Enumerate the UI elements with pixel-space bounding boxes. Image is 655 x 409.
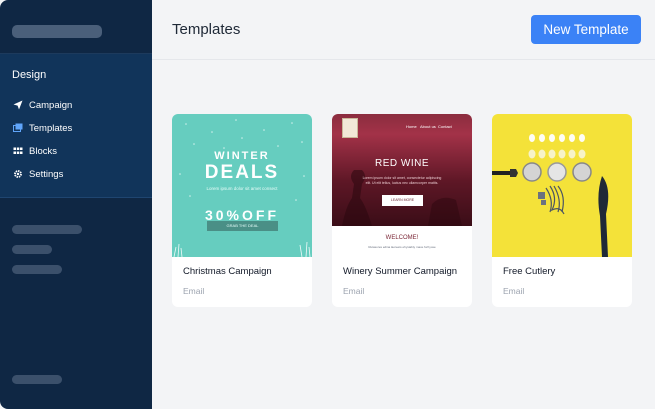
sidebar-item-label: Campaign [29, 99, 73, 111]
thumb-description: Lorem ipsum dolor sit amet, consectetur … [362, 176, 442, 185]
app-window: Design Campaign Templates Blocks Setting… [0, 0, 655, 409]
thumb-headline: RED WINE [375, 158, 429, 169]
thumb-cta: GRAB THE DEAL [207, 221, 278, 231]
card-type: Email [183, 286, 205, 296]
gear-icon [12, 169, 23, 180]
sidebar-header [0, 0, 152, 54]
template-card-christmas[interactable]: WINTER DEALS Lorem ipsum dolor sit amet … [172, 114, 312, 307]
sidebar: Design Campaign Templates Blocks Setting… [0, 0, 152, 409]
thumb-welcome-sub: Rutasores edina laoreets ehysiabty maxe … [368, 245, 436, 249]
thumb-welcome: WELCOME! [385, 235, 419, 241]
new-template-button[interactable]: New Template [531, 15, 641, 44]
sidebar-item-templates[interactable]: Templates [12, 120, 72, 136]
thumb-subline: Lorem ipsum dolor sit amet consect [206, 186, 278, 191]
christmas-thumbnail: WINTER DEALS Lorem ipsum dolor sit amet … [172, 114, 312, 257]
sidebar-item-label: Templates [29, 122, 73, 134]
placeholder-bar [12, 225, 82, 234]
sidebar-item-label: Blocks [29, 145, 57, 157]
section-heading: Design [12, 69, 47, 81]
sidebar-item-settings[interactable]: Settings [12, 166, 63, 182]
template-card-winery[interactable]: Home About us Contact RED WINE Lorem ips… [332, 114, 472, 307]
placeholder-bar [12, 265, 62, 274]
card-title: Free Cutlery [503, 266, 556, 277]
sidebar-item-campaign[interactable]: Campaign [12, 97, 72, 113]
placeholder-bar [12, 375, 62, 384]
thumb-headline: WINTER [214, 150, 270, 162]
thumb-headline: DEALS [204, 162, 280, 183]
logo-placeholder [12, 25, 102, 38]
thumb-cta: LEARN MORE [382, 195, 423, 206]
grid-icon [12, 146, 23, 157]
sidebar-item-label: Settings [29, 168, 64, 180]
templates-icon [12, 123, 23, 134]
paper-plane-icon [12, 100, 23, 111]
cutlery-thumbnail [492, 114, 632, 257]
page-header: Templates New Template [152, 0, 655, 60]
card-type: Email [343, 286, 365, 296]
page-title: Templates [172, 21, 241, 38]
card-title: Winery Summer Campaign [343, 266, 458, 277]
card-type: Email [503, 286, 525, 296]
cutlery-photo [492, 134, 609, 257]
design-section: Design Campaign Templates Blocks Setting… [0, 54, 152, 198]
winery-thumbnail: Home About us Contact RED WINE Lorem ips… [332, 114, 472, 257]
template-card-cutlery[interactable]: Free Cutlery Email [492, 114, 632, 307]
sidebar-item-blocks[interactable]: Blocks [12, 143, 57, 159]
placeholder-bar [12, 245, 52, 254]
wine-glass-illustration [342, 170, 462, 226]
main-content: Templates New Template WINTER DEALS Lore… [152, 0, 655, 409]
card-title: Christmas Campaign [183, 266, 272, 277]
